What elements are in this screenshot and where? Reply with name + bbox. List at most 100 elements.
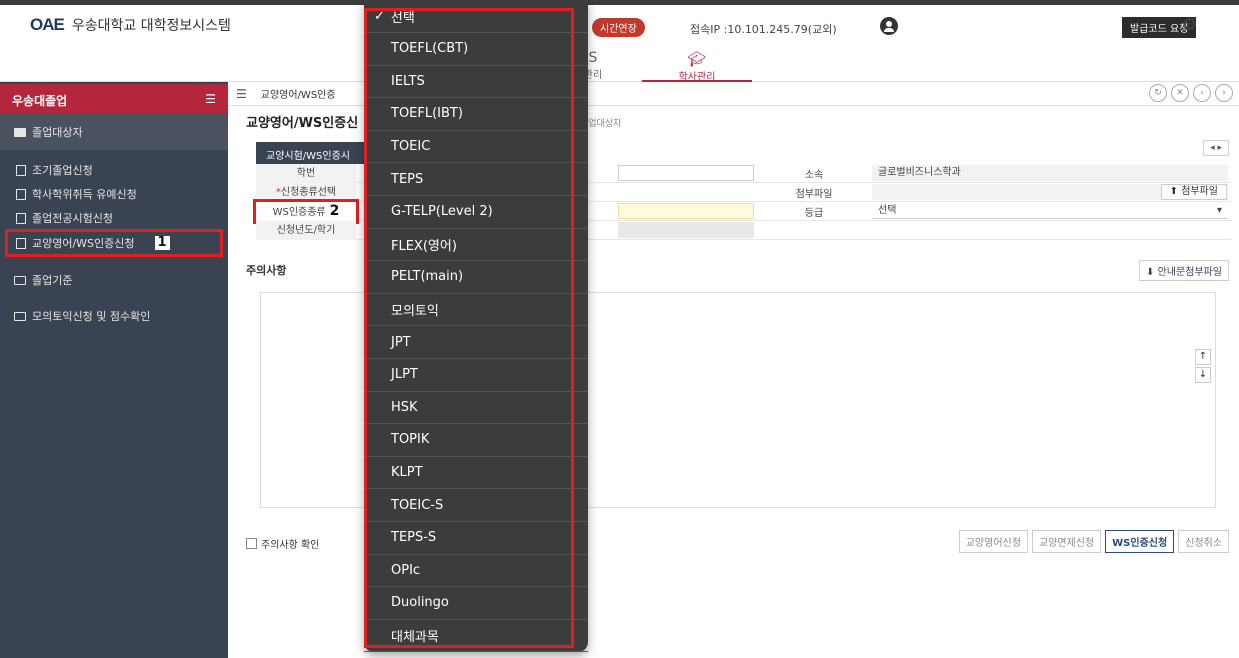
logo-mark-text: OAE — [30, 15, 65, 34]
dropdown-option[interactable]: 모의토익 — [364, 294, 588, 327]
ws-apply-button[interactable]: WS인증신청 — [1105, 530, 1175, 553]
app-title: 우송대학교 대학정보시스템 — [71, 18, 231, 34]
user-icon[interactable] — [880, 17, 898, 35]
dropdown-option[interactable]: OPIc — [364, 555, 588, 588]
close-icon[interactable]: ✕ — [1171, 84, 1189, 102]
sub-tab-exam[interactable]: 교양시험/WS인증시 — [256, 142, 376, 164]
next-tab-icon[interactable]: › — [1215, 84, 1233, 102]
scroll-down-icon[interactable]: ↓ — [1195, 367, 1211, 383]
dropdown-options: TOEFL(CBT) IELTS TOEFL(IBT) TOEIC TEPS G-TELP… — [364, 33, 588, 653]
collapse-menu-icon[interactable]: ☰ — [205, 92, 216, 106]
label-student-id: 학번 — [256, 163, 356, 183]
dropdown-option[interactable]: FLEX(영어) — [364, 229, 588, 262]
sidebar-folder-criteria[interactable]: 졸업기준 — [0, 262, 228, 298]
sidebar-item-label: 조기졸업신청 — [32, 164, 93, 177]
refresh-icon[interactable]: ↻ — [1149, 84, 1167, 102]
logo[interactable]: OAE 우송대학교 대학정보시스템 — [30, 15, 231, 35]
time-extend-button[interactable]: 시간연장 — [592, 18, 645, 37]
sidebar-item-label: 교양영어/WS인증신청 — [32, 237, 135, 250]
label-type: *신청종류선택 — [256, 182, 356, 202]
attach-file-button[interactable]: ⬆ 첨부파일 — [1160, 184, 1227, 200]
tab-navigation: ↻ ✕ ‹ › — [1149, 84, 1233, 102]
ws-type-dropdown: ✓ 선택 TOEFL(CBT) IELTS TOEFL(IBT) TOEIC TEPS G… — [364, 0, 588, 653]
document-icon — [16, 237, 26, 249]
scroll-arrows[interactable]: ◂ ▸ — [1203, 140, 1229, 156]
sidebar-folder-label: 모의토익신청 및 점수확인 — [32, 310, 151, 323]
folder-icon — [14, 275, 26, 285]
dropdown-option[interactable]: Duolingo — [364, 587, 588, 620]
graduation-cap-icon: 🎓︎ — [687, 50, 707, 68]
sidebar-item-label: 학사학위취득 유예신청 — [32, 188, 137, 201]
label-attachment: 첨부파일 — [795, 188, 833, 200]
label-type-text: 신청종류선택 — [280, 186, 337, 198]
english-apply-button[interactable]: 교양영어신청 — [958, 530, 1028, 553]
dropdown-option[interactable]: TOEIC-S — [364, 489, 588, 522]
sidebar-folder-label: 졸업대상자 — [32, 126, 83, 139]
page-title: 교양영어/WS인증신 — [246, 116, 359, 131]
sidebar-item-deferral[interactable]: 학사학위취득 유예신청 — [0, 182, 228, 206]
notice-scroll: ↑ ↓ — [1195, 349, 1211, 383]
dropdown-option[interactable]: IELTS — [364, 66, 588, 99]
dropdown-option-selected[interactable]: ✓ 선택 — [364, 0, 588, 33]
sidebar: 우송대졸업 ☰ 졸업대상자 조기졸업신청 학사학위취득 유예신청 졸업전공시험신… — [0, 82, 228, 658]
list-icon[interactable]: ☰ — [236, 87, 247, 101]
label-department: 소속 — [804, 169, 824, 181]
department-value: 글로벌비즈니스학과 — [872, 165, 1228, 181]
sidebar-folder-graduates[interactable]: 졸업대상자 — [0, 114, 228, 150]
cancel-apply-button[interactable]: 신청취소 — [1178, 530, 1229, 553]
dropdown-option[interactable]: JPT — [364, 326, 588, 359]
grade-select[interactable]: 선택 — [872, 203, 1228, 219]
sidebar-item-major-exam[interactable]: 졸업전공시험신청 — [0, 206, 228, 230]
prev-tab-icon[interactable]: ‹ — [1193, 84, 1211, 102]
dropdown-option[interactable]: PELT(main) — [364, 261, 588, 294]
label-ws-type-text: WS인증종류 — [272, 206, 326, 218]
annotation-badge: 2 — [329, 202, 340, 219]
scroll-up-icon[interactable]: ↑ — [1195, 349, 1211, 365]
notice-title: 주의사항 — [246, 264, 287, 277]
sidebar-header: 우송대졸업 ☰ — [0, 84, 228, 114]
year-field — [618, 222, 754, 238]
dropdown-option[interactable]: TOPIK — [364, 424, 588, 457]
ip-address: 접속IP :10.101.245.79(교외) — [690, 23, 837, 36]
agree-checkbox-row[interactable]: 주의사항 확인 — [246, 536, 319, 551]
sidebar-folder-label: 졸업기준 — [32, 274, 73, 287]
ws-type-field[interactable] — [618, 203, 754, 219]
document-icon — [16, 212, 26, 224]
folder-open-icon — [14, 127, 26, 137]
action-buttons: 교양영어신청 교양면제신청 WS인증신청 신청취소 — [958, 530, 1229, 553]
main-menu: S 관리 🎓︎ 학사관리 — [0, 48, 1239, 83]
dropdown-option[interactable]: HSK — [364, 392, 588, 425]
sidebar-item-early-graduation[interactable]: 조기졸업신청 — [0, 158, 228, 182]
folder-icon — [14, 311, 26, 321]
menu-item-academic[interactable]: 🎓︎ 학사관리 — [642, 48, 752, 83]
label-year: 신청년도/학기 — [256, 220, 356, 240]
document-icon — [16, 188, 26, 200]
exemption-apply-button[interactable]: 교양면제신청 — [1031, 530, 1102, 553]
tab-english-ws[interactable]: 교양영어/WS인증 — [261, 86, 336, 101]
document-icon — [16, 164, 26, 176]
dropdown-option[interactable]: TOEFL(CBT) — [364, 33, 588, 66]
logo-mark: OAE — [30, 15, 65, 35]
dropdown-option[interactable]: TOEIC — [364, 131, 588, 164]
agree-label: 주의사항 확인 — [261, 540, 320, 551]
label-ws-type: WS인증종류 2 — [253, 198, 359, 224]
label-grade: 등급 — [804, 207, 824, 219]
student-id-field[interactable] — [618, 165, 754, 181]
sidebar-title: 우송대졸업 — [12, 94, 68, 108]
dropdown-option[interactable]: 대체과목 — [364, 620, 588, 653]
dropdown-option[interactable]: JLPT — [364, 359, 588, 392]
check-icon: ✓ — [374, 8, 385, 24]
sidebar-item-label: 졸업전공시험신청 — [32, 212, 113, 225]
dropdown-option[interactable]: G-TELP(Level 2) — [364, 196, 588, 229]
annotation-badge: 1 — [154, 236, 170, 250]
dropdown-option[interactable]: TEPS — [364, 163, 588, 196]
dropdown-option[interactable]: TEPS-S — [364, 522, 588, 555]
dropdown-option[interactable]: TOEFL(IBT) — [364, 98, 588, 131]
dropdown-option[interactable]: KLPT — [364, 457, 588, 490]
agree-checkbox[interactable] — [246, 538, 257, 549]
notice-attachment-button[interactable]: ⬇ 안내문첨부파일 — [1139, 260, 1229, 281]
sidebar-item-english-ws[interactable]: 교양영어/WS인증신청 1 — [5, 229, 223, 257]
sidebar-folder-mock-toeic[interactable]: 모의토익신청 및 점수확인 — [0, 298, 228, 334]
gear-icon[interactable]: ⚙ — [1182, 15, 1197, 35]
